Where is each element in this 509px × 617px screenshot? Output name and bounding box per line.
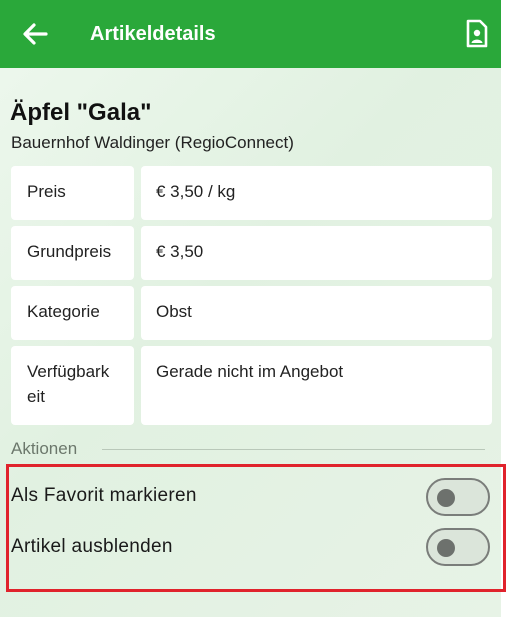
actions-section-label: Aktionen [11, 439, 78, 458]
seller-name: Bauernhof Waldinger (RegioConnect) [11, 133, 294, 152]
screen: Artikeldetails Äpfel "Gala" Bauernhof Wa… [0, 0, 506, 617]
detail-label-text: Verfügbark eit [27, 362, 110, 406]
detail-value-availability: Gerade nicht im Angebot [141, 346, 492, 425]
detail-label-text: Kategorie [27, 302, 100, 321]
detail-value-text: € 3,50 / kg [156, 182, 236, 201]
highlight-box [6, 464, 506, 592]
detail-label-base-price: Grundpreis [11, 226, 134, 280]
section-divider [102, 449, 485, 450]
detail-label-text: Grundpreis [27, 242, 112, 261]
detail-label-availability: Verfügbark eit [11, 346, 134, 425]
contact-card-icon [466, 19, 488, 48]
detail-value-base-price: € 3,50 [141, 226, 492, 280]
arrow-left-icon [23, 23, 48, 45]
detail-value-category: Obst [141, 286, 492, 340]
detail-label-category: Kategorie [11, 286, 134, 340]
app-bar: Artikeldetails [0, 0, 501, 68]
back-button[interactable] [18, 18, 54, 50]
detail-value-text: € 3,50 [156, 242, 204, 261]
detail-label-text: Preis [27, 182, 66, 201]
detail-label-price: Preis [11, 166, 134, 220]
detail-value-text: Obst [156, 302, 192, 321]
detail-value-text: Gerade nicht im Angebot [156, 362, 344, 381]
product-name: Äpfel "Gala" [10, 99, 152, 126]
page-title: Artikeldetails [90, 23, 216, 45]
detail-value-price: € 3,50 / kg [141, 166, 492, 220]
contact-card-button[interactable] [458, 16, 494, 52]
